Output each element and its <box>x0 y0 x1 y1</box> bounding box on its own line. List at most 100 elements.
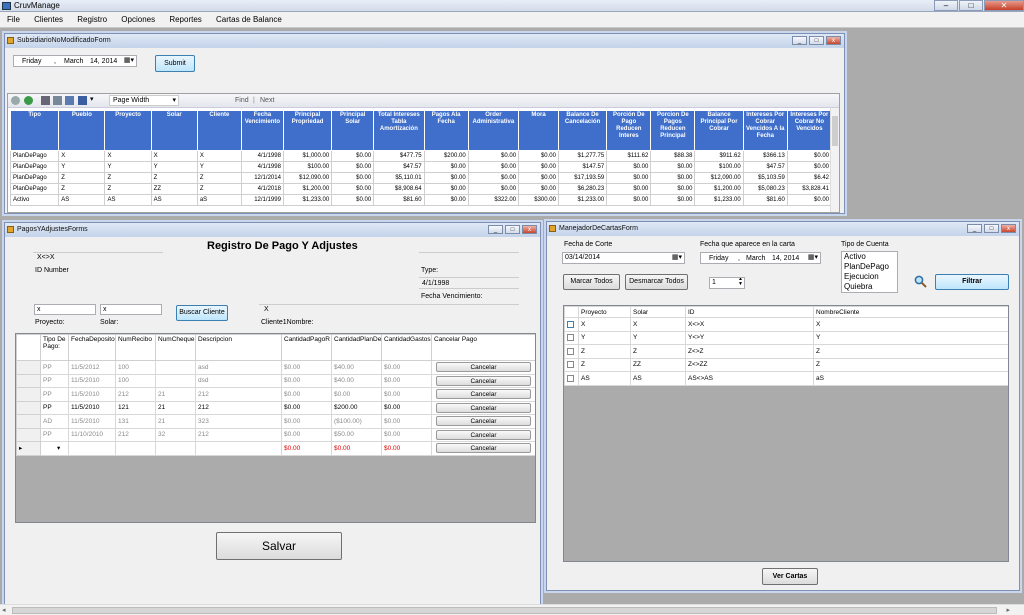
pagos-cell[interactable]: PP <box>40 360 69 375</box>
tipo-option[interactable]: Activo <box>844 252 897 262</box>
tipo-dropdown-icon[interactable]: ▾ <box>57 445 60 452</box>
pagos-cell[interactable] <box>155 441 196 456</box>
cancelar-button[interactable]: Cancelar <box>436 362 531 373</box>
pagos-cell[interactable]: $0.00 <box>331 387 382 402</box>
scroll-thumb[interactable] <box>12 607 997 614</box>
pagos-cell[interactable]: PP <box>40 427 69 442</box>
cartas-row[interactable]: Z ZZ Z<>ZZ Z <box>564 357 1008 372</box>
pagos-cell[interactable]: 121 <box>115 400 156 415</box>
pagos-cell[interactable]: 212 <box>115 387 156 402</box>
pagos-cell[interactable]: 100 <box>115 373 156 388</box>
pagos-cell[interactable]: $0.00 <box>381 427 432 442</box>
page-setup-icon[interactable] <box>65 96 74 105</box>
scroll-left-icon[interactable]: ◂ <box>2 606 6 614</box>
pagos-row[interactable]: PP 11/5/2012 100 asd $0.00 $40.00 $0.00 Cancela… <box>16 360 535 375</box>
row-header[interactable] <box>16 400 41 415</box>
pagos-cell[interactable]: 21 <box>155 400 196 415</box>
pagos-cell[interactable]: Cancelar <box>431 360 535 375</box>
report-vertical-scrollbar[interactable] <box>830 108 839 212</box>
app-maximize-button[interactable]: □ <box>959 0 983 11</box>
subsidiario-close-button[interactable]: x <box>826 36 841 45</box>
count-stepper[interactable]: 1 ▲ ▼ <box>709 277 745 289</box>
find-link[interactable]: Find <box>235 97 249 104</box>
pagos-cell[interactable]: $40.00 <box>331 373 382 388</box>
select-cell[interactable] <box>564 330 579 345</box>
pagos-cell[interactable]: Cancelar <box>431 427 535 442</box>
menu-reportes[interactable]: Reportes <box>164 15 206 24</box>
subsidiario-minimize-button[interactable]: _ <box>792 36 807 45</box>
select-checkbox[interactable] <box>567 347 574 355</box>
menu-cartas-de-balance[interactable]: Cartas de Balance <box>211 15 287 24</box>
export-icon[interactable] <box>78 96 87 105</box>
filtrar-button[interactable]: Filtrar <box>935 274 1009 290</box>
calendar-dropdown-icon[interactable]: ▦▾ <box>672 253 682 262</box>
pagos-cell[interactable]: 21 <box>155 387 196 402</box>
print-icon[interactable] <box>41 96 50 105</box>
pagos-cell[interactable]: $0.00 <box>281 360 332 375</box>
pagos-cell[interactable]: dsd <box>195 373 282 388</box>
scroll-thumb[interactable] <box>832 116 838 146</box>
pagos-cell[interactable]: $0.00 <box>281 414 332 429</box>
pagos-cell[interactable]: PP <box>40 400 69 415</box>
pagos-cell[interactable]: Cancelar <box>431 373 535 388</box>
cancelar-button[interactable]: Cancelar <box>436 429 531 440</box>
cancelar-button[interactable]: Cancelar <box>436 402 531 413</box>
subsidiario-date-picker[interactable]: Friday , March 14, 2014 ▦▾ <box>13 55 137 67</box>
tipo-option[interactable]: Quiebra <box>844 282 897 292</box>
proyecto-input[interactable]: x <box>34 304 96 315</box>
select-cell[interactable] <box>564 357 579 372</box>
fecha-corte-picker[interactable]: 03/14/2014 ▦▾ <box>562 252 685 264</box>
pagos-cell[interactable]: PP <box>40 373 69 388</box>
cancelar-button[interactable]: Cancelar <box>436 443 531 454</box>
print-layout-icon[interactable] <box>53 96 62 105</box>
manejador-close-button[interactable]: x <box>1001 224 1016 233</box>
pagos-cell[interactable] <box>155 373 196 388</box>
pagos-cell[interactable]: ▾ <box>40 441 69 456</box>
pagos-cell[interactable]: 11/5/2010 <box>68 387 116 402</box>
pagos-cell[interactable] <box>115 441 156 456</box>
pagos-cell[interactable]: 212 <box>115 427 156 442</box>
select-checkbox[interactable] <box>567 320 574 328</box>
pagos-cell[interactable]: 21 <box>155 414 196 429</box>
row-header[interactable] <box>16 387 41 402</box>
pagos-cell[interactable]: 11/5/2012 <box>68 360 116 375</box>
row-header[interactable] <box>16 427 41 442</box>
pagos-row[interactable]: PP 11/5/2010 100 dsd $0.00 $40.00 $0.00 Cancela… <box>16 373 535 388</box>
export-dropdown-icon[interactable]: ▾ <box>90 95 94 103</box>
manejador-minimize-button[interactable]: _ <box>967 224 982 233</box>
calendar-dropdown-icon[interactable]: ▦▾ <box>124 56 134 65</box>
cartas-row[interactable]: AS AS AS<>AS aS <box>564 371 1008 386</box>
app-close-button[interactable]: ✕ <box>984 0 1024 11</box>
pagos-cell[interactable]: Cancelar <box>431 400 535 415</box>
row-header[interactable]: ▸ <box>16 441 41 456</box>
submit-button[interactable]: Submit <box>155 55 195 72</box>
pagos-cell[interactable] <box>155 360 196 375</box>
pagos-cell[interactable]: $0.00 <box>281 387 332 402</box>
pagos-cell[interactable]: $200.00 <box>331 400 382 415</box>
pagos-cell[interactable]: Cancelar <box>431 441 535 456</box>
pagos-cell[interactable]: 11/5/2010 <box>68 373 116 388</box>
pagos-cell[interactable]: 212 <box>195 400 282 415</box>
pagos-cell[interactable]: $0.00 <box>281 441 332 456</box>
pagos-cell[interactable]: ($100.00) <box>331 414 382 429</box>
cartas-row[interactable]: Z Z Z<>Z Z <box>564 344 1008 359</box>
pagos-row[interactable]: PP 11/10/2010 212 32 212 $0.00 $50.00 $0.00 Canc… <box>16 427 535 442</box>
pagos-cell[interactable]: PP <box>40 387 69 402</box>
cancelar-button[interactable]: Cancelar <box>436 416 531 427</box>
cartas-row[interactable]: X X X<>X X <box>564 317 1008 332</box>
pagos-cell[interactable]: Cancelar <box>431 414 535 429</box>
fecha-carta-picker[interactable]: Friday , March 14, 2014 ▦▾ <box>700 252 821 264</box>
manejador-maximize-button[interactable]: □ <box>984 224 999 233</box>
subsidiario-maximize-button[interactable]: □ <box>809 36 824 45</box>
back-icon[interactable] <box>11 96 20 105</box>
cancelar-button[interactable]: Cancelar <box>436 375 531 386</box>
pagos-cell[interactable]: $0.00 <box>381 387 432 402</box>
tipo-option[interactable]: PlanDePago <box>844 262 897 272</box>
pagos-row[interactable]: AD 11/5/2010 131 21 323 $0.00 ($100.00) $0.00 Ca… <box>16 414 535 429</box>
menu-registro[interactable]: Registro <box>72 15 112 24</box>
salvar-button[interactable]: Salvar <box>216 532 342 560</box>
pagos-cell[interactable]: $0.00 <box>331 441 382 456</box>
select-cell[interactable] <box>564 344 579 359</box>
row-header[interactable] <box>16 373 41 388</box>
pagos-cell[interactable]: $0.00 <box>381 414 432 429</box>
